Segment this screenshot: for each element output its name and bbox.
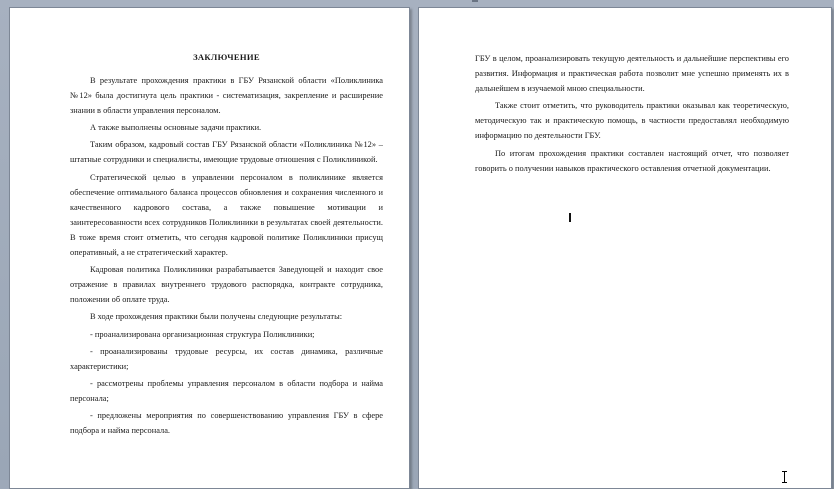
page-left-content: ЗАКЛЮЧЕНИЕ В результате прохождения прак…	[70, 51, 383, 440]
document-page-left[interactable]: ЗАКЛЮЧЕНИЕ В результате прохождения прак…	[9, 7, 410, 489]
section-title: ЗАКЛЮЧЕНИЕ	[193, 52, 260, 62]
paragraph-continued: ГБУ в целом, проанализировать текущую де…	[475, 54, 789, 94]
paragraph: По итогам прохождения практики составлен…	[475, 148, 789, 173]
list-item: - проанализированы трудовые ресурсы, их …	[70, 346, 383, 371]
paragraph: Стратегической целью в управлении персон…	[70, 172, 383, 258]
list-item: - предложены мероприятия по совершенство…	[70, 410, 383, 436]
paragraph: Кадровая политика Поликлиники разрабатыв…	[70, 265, 383, 305]
paragraph: В результате прохождения практики в ГБУ …	[70, 76, 383, 116]
paragraph: Также стоит отметить, что руководитель п…	[475, 101, 789, 141]
ibeam-mouse-cursor-icon	[781, 471, 789, 483]
ruler-marker	[472, 0, 478, 2]
paragraph: Таким образом, кадровый состав ГБУ Рязан…	[70, 140, 383, 165]
document-page-right[interactable]: ГБУ в целом, проанализировать текущую де…	[418, 7, 832, 489]
list-item: - рассмотрены проблемы управления персон…	[70, 378, 383, 403]
list-item: - проанализирована организационная струк…	[90, 329, 315, 339]
paragraph: А также выполнены основные задачи практи…	[90, 123, 262, 133]
page-right-content: ГБУ в целом, проанализировать текущую де…	[475, 51, 789, 178]
paragraph: В ходе прохождения практики были получен…	[90, 312, 343, 322]
text-insertion-cursor	[569, 213, 571, 222]
